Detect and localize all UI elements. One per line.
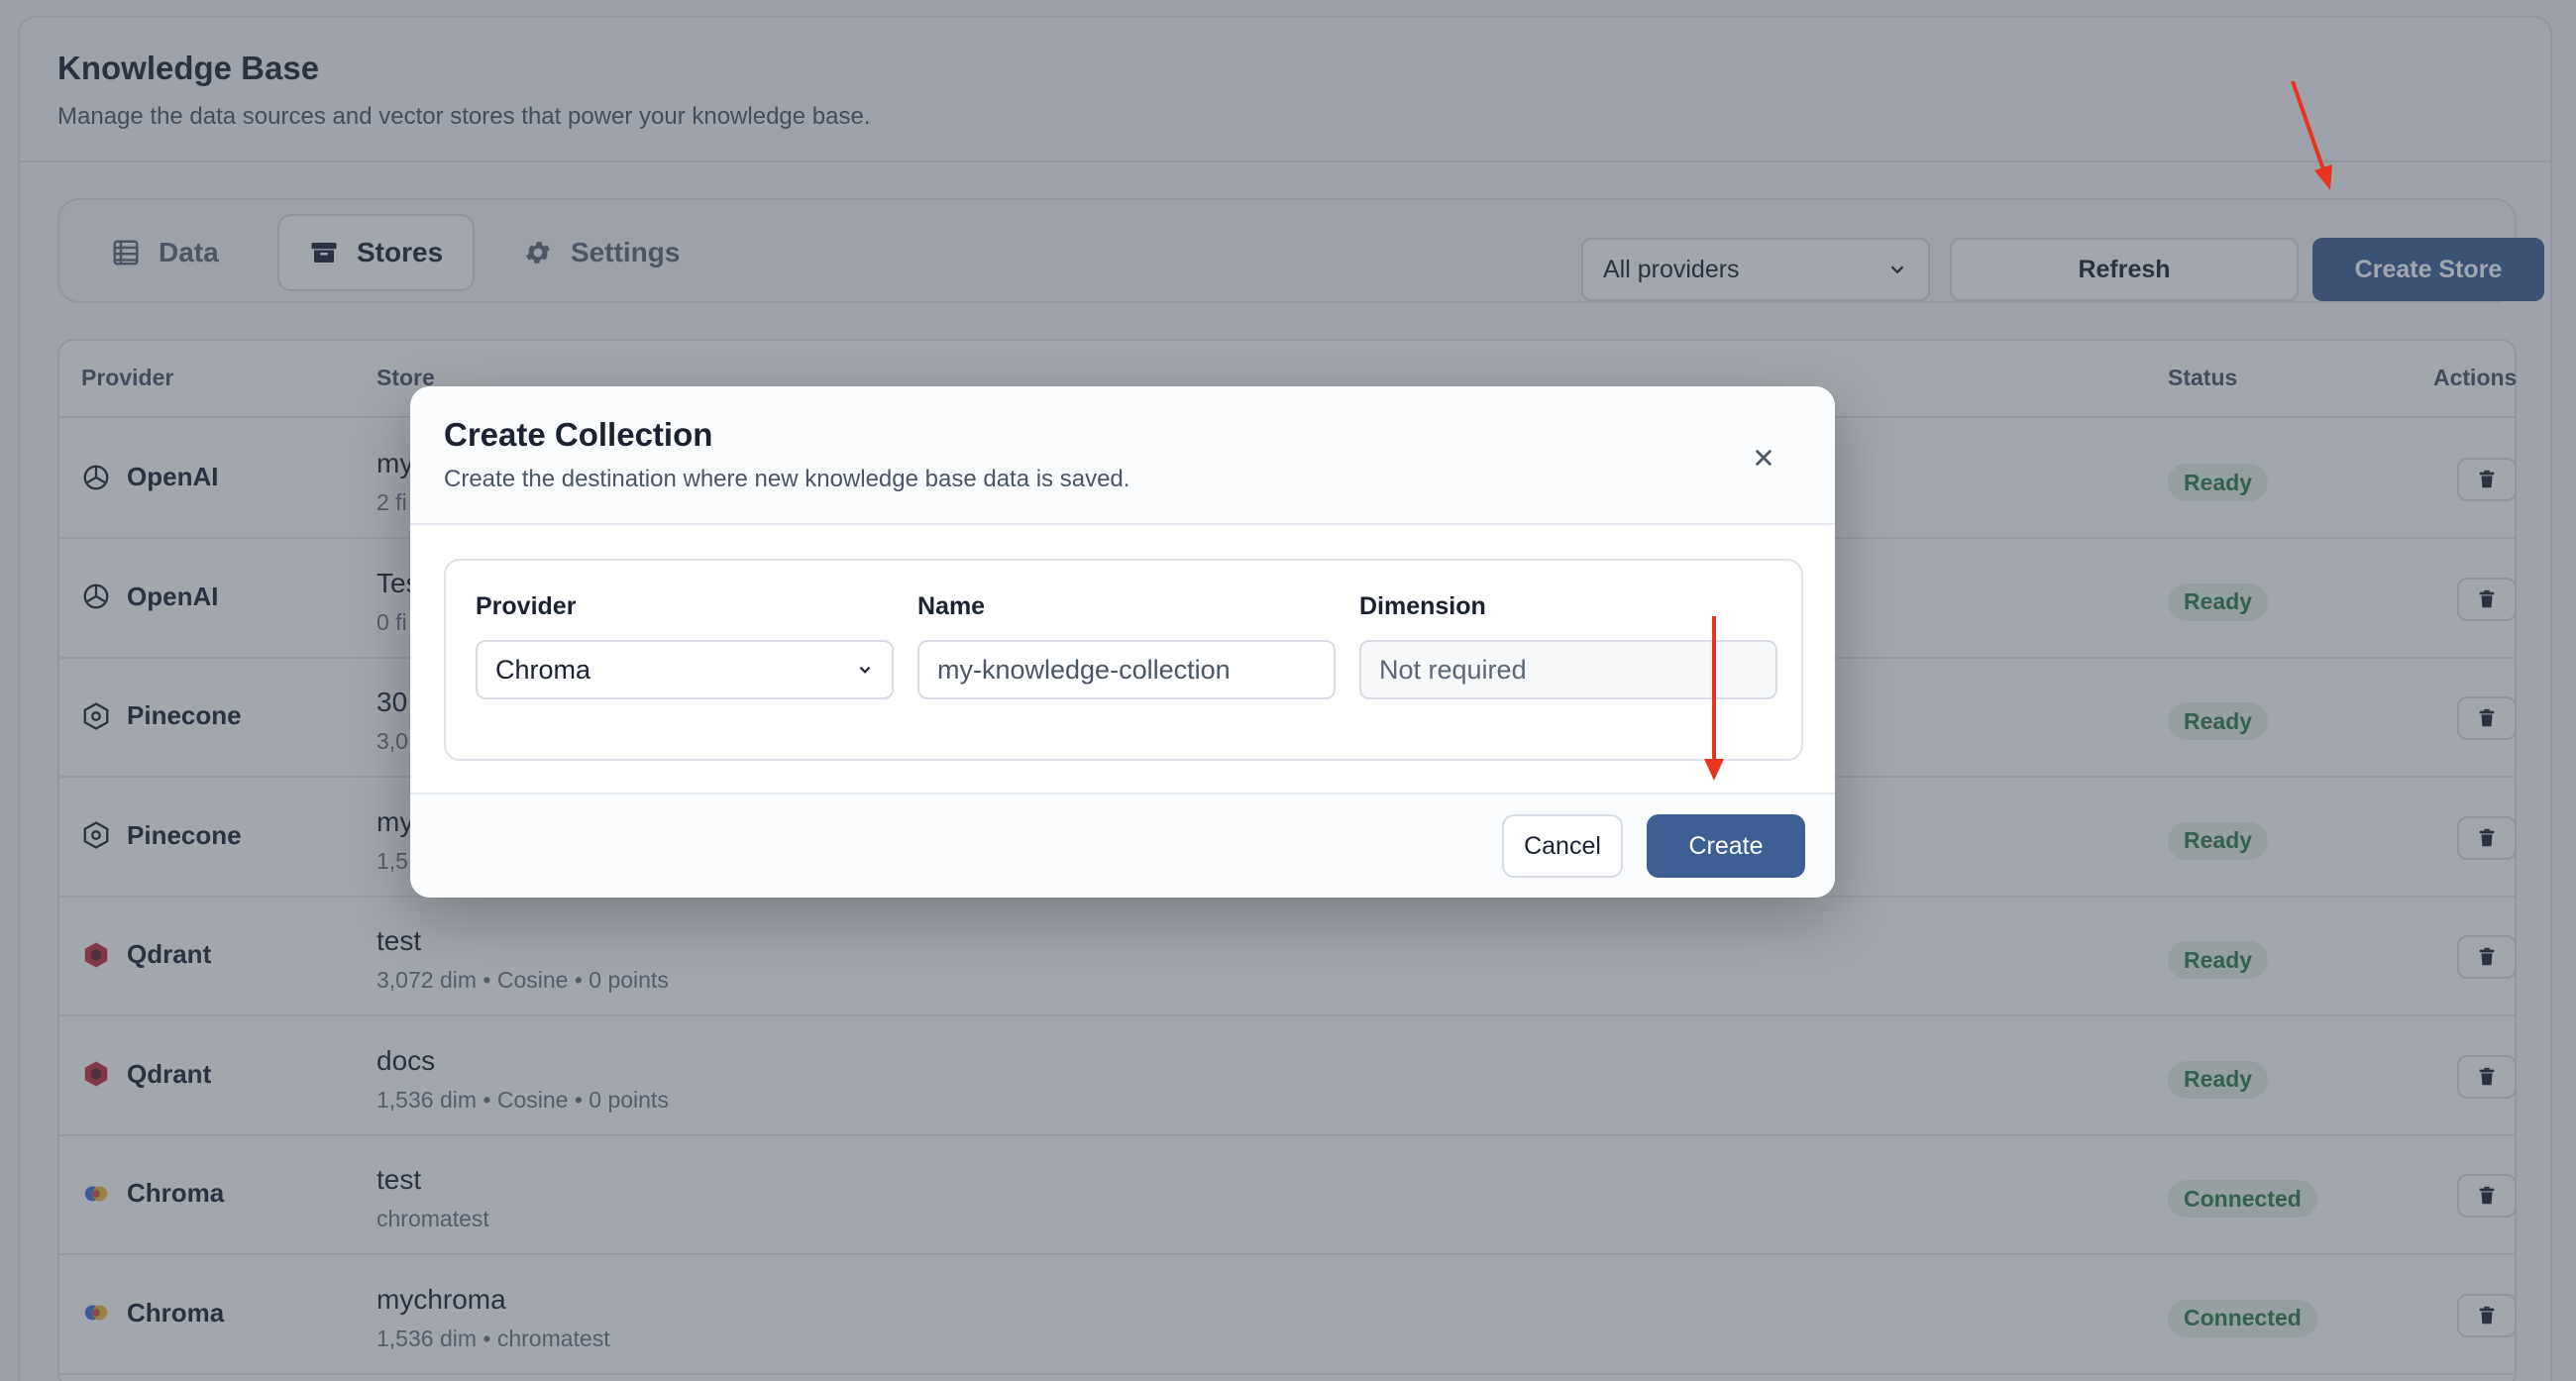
cancel-button[interactable]: Cancel — [1502, 814, 1623, 878]
close-button[interactable] — [1748, 442, 1779, 474]
collection-form: Provider Chroma Name my-knowledge-collec… — [444, 559, 1803, 761]
chevron-down-icon — [859, 666, 871, 674]
name-label: Name — [917, 592, 986, 620]
dialog-subtitle: Create the destination where new knowled… — [444, 466, 1130, 492]
dimension-label: Dimension — [1359, 592, 1486, 620]
create-collection-dialog: Create Collection Create the destination… — [410, 386, 1835, 898]
dialog-footer: Cancel Create — [410, 793, 1835, 898]
provider-select[interactable]: Chroma — [476, 640, 894, 699]
dialog-title: Create Collection — [444, 416, 713, 453]
dialog-header: Create Collection Create the destination… — [410, 386, 1835, 525]
create-button[interactable]: Create — [1647, 814, 1805, 878]
provider-select-value: Chroma — [495, 654, 591, 685]
provider-label: Provider — [476, 592, 577, 620]
close-icon — [1756, 450, 1771, 466]
dimension-input[interactable]: Not required — [1359, 640, 1777, 699]
name-input[interactable]: my-knowledge-collection — [917, 640, 1336, 699]
